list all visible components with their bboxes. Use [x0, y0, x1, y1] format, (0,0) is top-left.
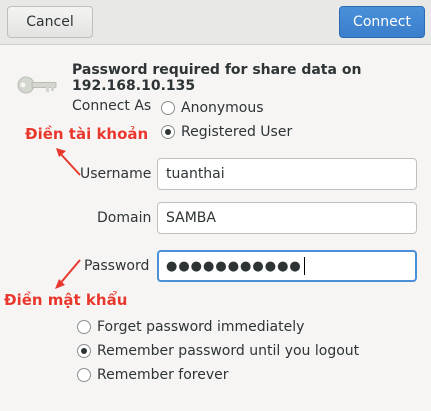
- radio-remember-until-logout[interactable]: Remember password until you logout: [77, 343, 359, 359]
- annotation-password: Điền mật khẩu: [4, 291, 128, 309]
- username-field[interactable]: tuanthai: [157, 158, 417, 190]
- username-value: tuanthai: [166, 166, 225, 182]
- auth-prompt: Password required for share data on 192.…: [72, 62, 362, 94]
- connect-as-label: Connect As: [72, 98, 152, 114]
- radio-label: Forget password immediately: [97, 319, 305, 335]
- cancel-button[interactable]: Cancel: [7, 6, 93, 38]
- password-label: Password: [84, 258, 150, 274]
- radio-indicator: [77, 320, 91, 334]
- dialog-header: Cancel Connect: [0, 0, 431, 45]
- radio-anonymous[interactable]: Anonymous: [161, 100, 264, 116]
- radio-indicator-selected: [77, 344, 91, 358]
- radio-indicator-selected: [161, 125, 175, 139]
- password-value: ●●●●●●●●●●●: [166, 258, 302, 274]
- radio-label: Anonymous: [181, 100, 264, 116]
- password-field[interactable]: ●●●●●●●●●●●: [157, 250, 417, 282]
- radio-indicator: [161, 101, 175, 115]
- radio-indicator: [77, 368, 91, 382]
- domain-field[interactable]: SAMBA: [157, 202, 417, 234]
- radio-remember-forever[interactable]: Remember forever: [77, 367, 229, 383]
- username-label: Username: [80, 166, 152, 182]
- domain-label: Domain: [97, 210, 152, 226]
- connect-button[interactable]: Connect: [339, 6, 425, 38]
- annotation-account: Điền tài khoản: [25, 125, 149, 143]
- key-icon: [17, 76, 57, 94]
- radio-forget-immediately[interactable]: Forget password immediately: [77, 319, 304, 335]
- radio-label: Remember password until you logout: [97, 343, 360, 359]
- radio-label: Registered User: [181, 124, 293, 140]
- radio-registered-user[interactable]: Registered User: [161, 124, 292, 140]
- radio-label: Remember forever: [97, 367, 229, 383]
- text-caret: [303, 257, 305, 275]
- domain-value: SAMBA: [166, 210, 216, 226]
- annotation-arrow-password: [55, 259, 81, 289]
